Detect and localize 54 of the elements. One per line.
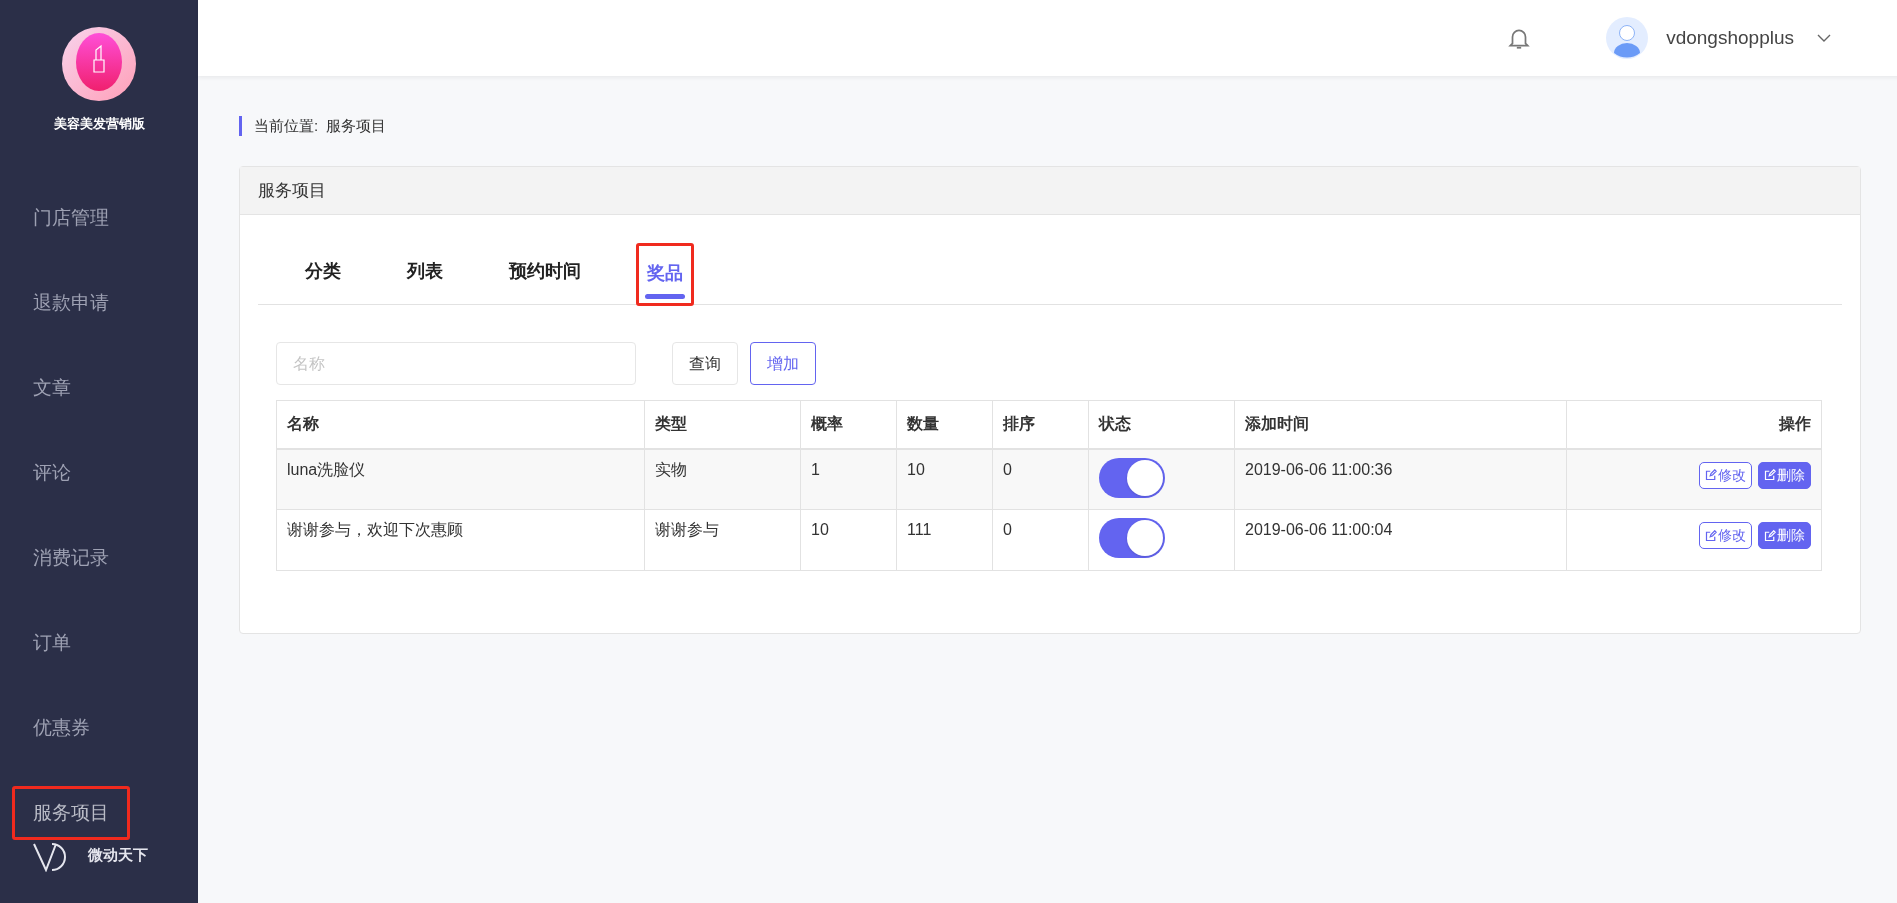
status-toggle[interactable]: [1099, 457, 1165, 498]
table-cell: 111: [896, 509, 993, 571]
avatar-icon[interactable]: [1606, 17, 1649, 59]
tab[interactable]: 奖品: [636, 243, 694, 306]
column-header: 排序: [992, 400, 1089, 449]
sidebar-item[interactable]: 消费记录: [12, 530, 130, 586]
table-cell: 2019-06-06 11:00:36: [1234, 448, 1567, 510]
table-cell: 0: [992, 448, 1089, 510]
column-header: 添加时间: [1234, 400, 1567, 449]
table-cell: 10: [800, 509, 897, 571]
column-header: 数量: [896, 400, 993, 449]
column-header: 名称: [276, 400, 645, 449]
search-field[interactable]: 名称: [276, 342, 636, 385]
lipstick-logo-icon: [61, 26, 137, 102]
breadcrumb-current: 服务项目: [326, 115, 387, 136]
column-header: 概率: [800, 400, 897, 449]
table-cell: 0: [992, 509, 1089, 571]
sidebar-item[interactable]: 评论: [12, 445, 92, 501]
edit-icon: [1705, 529, 1717, 542]
query-button[interactable]: 查询: [672, 342, 738, 385]
edit-icon: [1764, 469, 1776, 481]
chevron-down-icon[interactable]: [1816, 33, 1832, 43]
delete-button[interactable]: 删除: [1758, 522, 1811, 549]
tab[interactable]: 分类: [294, 241, 352, 304]
company-name: 微动天下: [88, 845, 148, 866]
add-button[interactable]: 增加: [750, 342, 816, 385]
delete-button[interactable]: 删除: [1758, 461, 1811, 489]
tab[interactable]: 列表: [396, 241, 454, 304]
sidebar-item[interactable]: 文章: [12, 360, 92, 416]
panel-title: 服务项目: [258, 179, 326, 202]
table-cell: 实物: [644, 448, 801, 510]
column-header: 类型: [644, 400, 801, 449]
username[interactable]: vdongshopplus: [1666, 23, 1794, 53]
status-toggle[interactable]: [1099, 518, 1165, 558]
column-header: 操作: [1566, 400, 1822, 449]
sidebar-item[interactable]: 服务项目: [12, 785, 130, 841]
table-cell: 10: [896, 448, 993, 510]
table-cell: 谢谢参与，欢迎下次惠顾: [276, 509, 645, 571]
breadcrumb-label: 当前位置:: [254, 115, 319, 136]
table-cell: 谢谢参与: [644, 509, 801, 571]
table-cell: luna洗脸仪: [276, 448, 645, 510]
edit-button[interactable]: 修改: [1699, 461, 1752, 489]
brand-name: 美容美发营销版: [53, 115, 145, 133]
edit-icon: [1705, 469, 1717, 481]
edit-button[interactable]: 修改: [1699, 522, 1752, 549]
sidebar-item[interactable]: 订单: [12, 615, 92, 671]
sidebar-item[interactable]: 退款申请: [12, 275, 130, 331]
sidebar-item[interactable]: 优惠券: [12, 700, 111, 756]
sidebar-item[interactable]: 门店管理: [12, 190, 130, 246]
table-cell: 1: [800, 448, 897, 510]
tab[interactable]: 预约时间: [498, 241, 592, 304]
edit-icon: [1764, 529, 1776, 542]
column-header: 状态: [1088, 400, 1235, 449]
table-cell: 2019-06-06 11:00:04: [1234, 509, 1567, 571]
